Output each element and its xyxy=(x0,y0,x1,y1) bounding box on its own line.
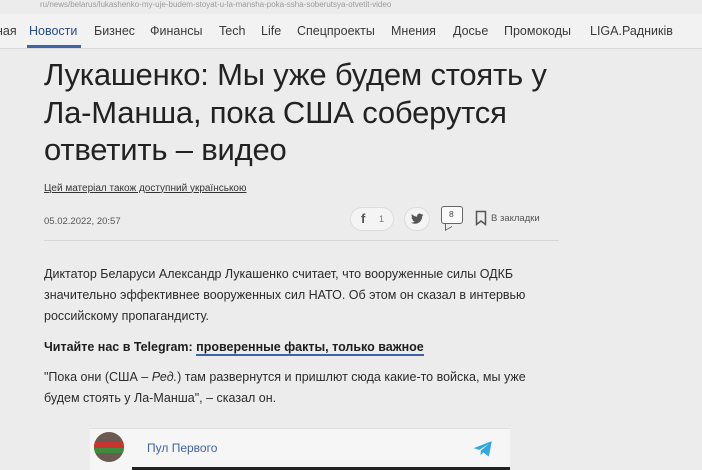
facebook-share-button[interactable]: f 1 xyxy=(350,206,394,231)
lead-paragraph: Диктатор Беларуси Александр Лукашенко сч… xyxy=(44,266,526,323)
article: Лукашенко: Мы уже будем стоять у Ла-Манш… xyxy=(44,56,559,409)
telegram-promo-link[interactable]: проверенные факты, только важное xyxy=(196,339,424,356)
bookmark-icon xyxy=(475,210,487,226)
nav-item-special[interactable]: Спецпроекты xyxy=(297,23,375,39)
quote-editor-note: Ред. xyxy=(151,369,178,384)
twitter-icon xyxy=(411,213,424,224)
nav-item-liga-advisors[interactable]: LIGA.Радників xyxy=(590,23,673,39)
publish-date: 05.02.2022, 20:57 xyxy=(44,215,121,227)
comments-count: 8 xyxy=(449,208,454,219)
article-lead: Диктатор Беларуси Александр Лукашенко сч… xyxy=(44,264,559,327)
nav-item-business[interactable]: Бизнес xyxy=(94,23,135,39)
quote-part-1: "Пока они (США – xyxy=(44,369,152,384)
nav-item-promocodes[interactable]: Промокоды xyxy=(504,23,571,39)
main-nav: ная Новости Бизнес Финансы Tech Life Спе… xyxy=(0,14,702,49)
nav-item-partial[interactable]: ная xyxy=(0,23,17,39)
url-bar: ru/news/belarus/lukashenko-my-uje-budem-… xyxy=(40,0,392,9)
facebook-share-count: 1 xyxy=(379,213,385,224)
nav-item-tech[interactable]: Tech xyxy=(219,23,245,39)
telegram-icon[interactable] xyxy=(473,440,493,458)
channel-avatar xyxy=(94,432,124,462)
nav-item-dossier[interactable]: Досье xyxy=(453,23,488,39)
bookmark-label: В закладки xyxy=(491,212,540,224)
nav-item-life[interactable]: Life xyxy=(261,23,281,39)
comments-button[interactable]: 8 xyxy=(441,205,465,231)
telegram-promo: Читайте нас в Telegram: проверенные факт… xyxy=(44,339,559,356)
article-meta: 05.02.2022, 20:57 f 1 8 В закладки xyxy=(44,204,559,241)
nav-item-finance[interactable]: Финансы xyxy=(150,23,202,39)
active-tab-indicator xyxy=(27,45,81,48)
article-headline: Лукашенко: Мы уже будем стоять у Ла-Манш… xyxy=(44,57,547,167)
telegram-promo-prefix: Читайте нас в Telegram: xyxy=(44,339,197,354)
channel-name[interactable]: Пул Первого xyxy=(147,441,217,455)
ukrainian-version-link[interactable]: Цей матеріал також доступний українською xyxy=(44,183,247,194)
nav-item-news[interactable]: Новости xyxy=(29,23,77,39)
quote-paragraph: "Пока они (США – Ред.) там развернутся и… xyxy=(44,367,559,409)
twitter-share-button[interactable] xyxy=(404,206,430,231)
facebook-icon: f xyxy=(361,210,366,226)
telegram-embed[interactable]: Пул Первого xyxy=(90,428,510,470)
nav-item-opinions[interactable]: Мнения xyxy=(391,23,436,39)
